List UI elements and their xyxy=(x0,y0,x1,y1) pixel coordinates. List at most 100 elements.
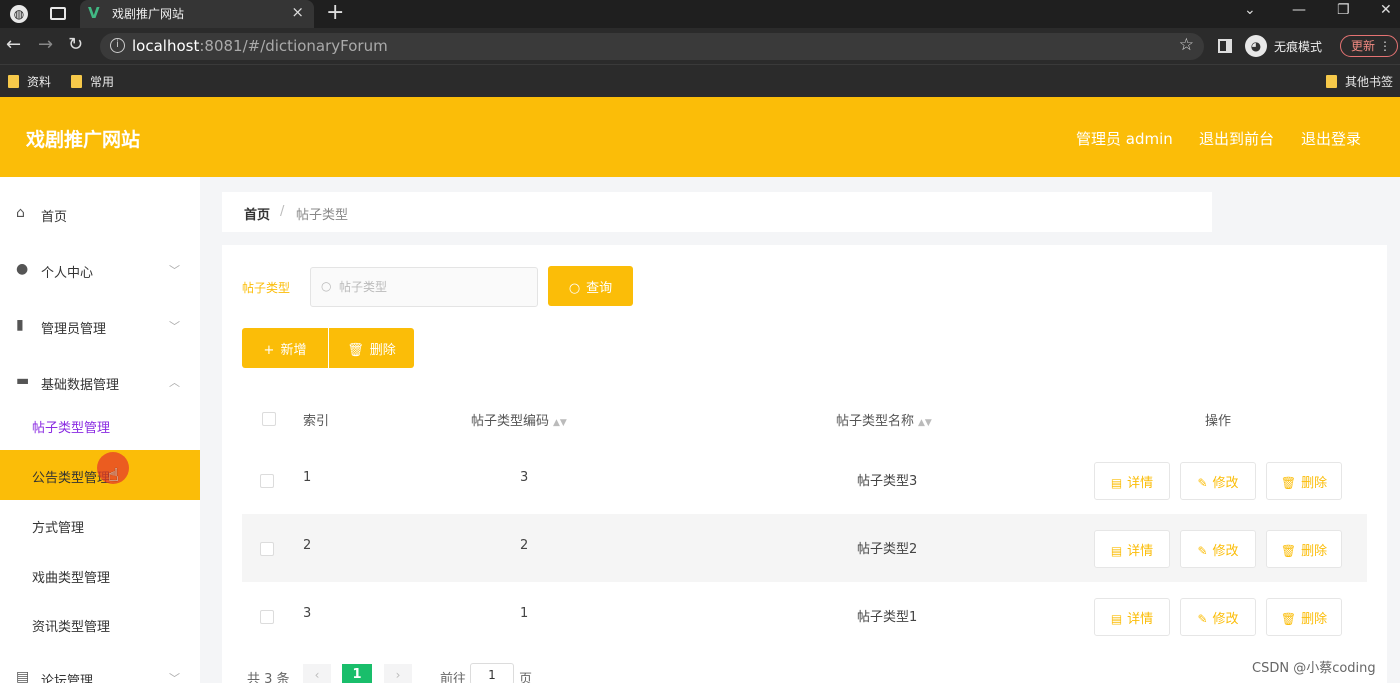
row-checkbox[interactable] xyxy=(260,610,274,624)
delete-button[interactable]: 🗑 删除 xyxy=(1266,598,1342,636)
detail-button[interactable]: ▤ 详情 xyxy=(1094,530,1170,568)
col-header-name[interactable]: 帖子类型名称 ▲▼ xyxy=(836,410,932,429)
sidebar-item-home[interactable]: ⌂ 首页 xyxy=(0,187,200,237)
tab-title: 戏剧推广网站 xyxy=(112,7,185,21)
chevron-down-icon: ﹀ xyxy=(169,264,180,277)
exit-to-front-link[interactable]: 退出到前台 xyxy=(1199,128,1274,149)
chevron-down-icon: ﹀ xyxy=(169,672,180,683)
post-type-search-field[interactable]: ○ xyxy=(310,267,538,307)
search-icon: ○ xyxy=(568,280,581,296)
sidebar-item-admin[interactable]: ▮ 管理员管理 ﹀ xyxy=(0,299,200,349)
bar-chart-icon: ▮ xyxy=(16,317,24,333)
col-header-code[interactable]: 帖子类型编码 ▲▼ xyxy=(471,410,567,429)
sidebar-item-basic-data[interactable]: ▬ 基础数据管理 ︿ xyxy=(0,355,200,405)
trash-icon: 🗑 xyxy=(1280,475,1297,490)
sidebar-item-label: 个人中心 xyxy=(41,266,94,281)
globe-icon[interactable]: ◍ xyxy=(10,5,28,23)
forum-icon: ▤ xyxy=(16,669,30,683)
sidebar-subitem-post-type[interactable]: 帖子类型管理 xyxy=(0,400,200,450)
row-checkbox[interactable] xyxy=(260,542,274,556)
sidebar-subitem-method[interactable]: 方式管理 xyxy=(0,500,200,550)
col-header-index: 索引 xyxy=(303,414,330,429)
next-page-icon[interactable]: › xyxy=(384,664,412,683)
post-type-search-input[interactable] xyxy=(339,277,529,297)
breadcrumb-separator: / xyxy=(280,204,285,219)
logout-link[interactable]: 退出登录 xyxy=(1301,128,1361,149)
cell-name: 帖子类型2 xyxy=(857,542,918,557)
pager-current-page[interactable]: 1 xyxy=(342,664,372,683)
col-header-ops: 操作 xyxy=(1205,414,1232,429)
trash-icon: 🗑 xyxy=(1280,543,1297,558)
close-tab-icon[interactable]: × xyxy=(291,3,304,21)
sort-icon[interactable]: ▲▼ xyxy=(918,418,932,428)
edit-button[interactable]: ✎ 修改 xyxy=(1180,462,1256,500)
sidebar-item-profile[interactable]: ● 个人中心 ﹀ xyxy=(0,243,200,293)
breadcrumb: 首页 / 帖子类型 xyxy=(222,192,1212,232)
user-icon: ● xyxy=(16,261,29,277)
pager-goto-label: 前往 xyxy=(440,672,467,683)
tab-search-icon[interactable]: ⌄ xyxy=(1244,2,1256,18)
breadcrumb-home[interactable]: 首页 xyxy=(244,204,270,223)
sort-icon[interactable]: ▲▼ xyxy=(553,418,567,428)
add-button[interactable]: + 新增 xyxy=(242,328,328,368)
prev-page-icon[interactable]: ‹ xyxy=(303,664,331,683)
sidebar-item-label: 基础数据管理 xyxy=(41,378,120,393)
home-icon: ⌂ xyxy=(16,205,25,221)
row-checkbox[interactable] xyxy=(260,474,274,488)
folder-icon xyxy=(1326,75,1337,88)
more-menu-icon[interactable]: ⋮ xyxy=(1379,36,1391,56)
document-icon: ▤ xyxy=(1110,475,1123,490)
update-button[interactable]: 更新 ⋮ xyxy=(1340,35,1398,57)
cell-name: 帖子类型3 xyxy=(857,474,918,489)
delete-button[interactable]: 🗑 删除 xyxy=(1266,530,1342,568)
search-button[interactable]: ○ 查询 xyxy=(548,266,633,306)
detail-button[interactable]: ▤ 详情 xyxy=(1094,598,1170,636)
sidebar-subitem-opera-type[interactable]: 戏曲类型管理 xyxy=(0,550,200,600)
select-all-checkbox[interactable] xyxy=(262,412,276,426)
site-info-icon[interactable]: i xyxy=(110,38,125,53)
sidebar-subitem-label: 资讯类型管理 xyxy=(32,620,111,635)
new-tab-icon[interactable]: + xyxy=(326,0,344,25)
table-header: 索引 帖子类型编码 ▲▼ 帖子类型名称 ▲▼ 操作 xyxy=(242,392,1367,446)
side-panel-icon[interactable] xyxy=(1218,39,1232,53)
incognito-icon[interactable]: ◕ xyxy=(1245,35,1267,57)
url-text: localhost:8081/#/dictionaryForum xyxy=(132,37,388,55)
cell-code: 1 xyxy=(520,606,529,621)
folder-icon xyxy=(8,75,19,88)
sidebar-subitem-label: 帖子类型管理 xyxy=(32,421,111,436)
sidebar-subitem-news-type[interactable]: 资讯类型管理 xyxy=(0,599,200,649)
restore-icon[interactable]: ❐ xyxy=(1337,2,1350,18)
pager-page-unit: 页 xyxy=(519,672,533,683)
batch-delete-button[interactable]: 🗑 删除 xyxy=(329,328,414,368)
table-row: 2 2 帖子类型2 ▤ 详情 ✎ 修改 🗑 删除 xyxy=(242,514,1367,582)
minimize-icon[interactable]: — xyxy=(1292,2,1306,18)
sidebar: ⌂ 首页 ● 个人中心 ﹀ ▮ 管理员管理 ﹀ ▬ 基础数据管理 ︿ 帖子类型管… xyxy=(0,177,200,683)
edit-button[interactable]: ✎ 修改 xyxy=(1180,598,1256,636)
detail-button[interactable]: ▤ 详情 xyxy=(1094,462,1170,500)
close-window-icon[interactable]: ✕ xyxy=(1380,2,1392,18)
sidebar-item-label: 管理员管理 xyxy=(41,322,107,337)
pager-total: 共 3 条 xyxy=(247,672,290,683)
pager-jump-input[interactable]: 1 xyxy=(470,663,514,683)
cell-code: 2 xyxy=(520,538,529,553)
sidebar-item-forum[interactable]: ▤ 论坛管理 ﹀ xyxy=(0,651,200,683)
bookmark-folder-other[interactable]: 其他书签 xyxy=(1326,73,1393,90)
cell-name: 帖子类型1 xyxy=(857,610,918,625)
bookmark-star-icon[interactable]: ☆ xyxy=(1179,35,1194,55)
url-field[interactable]: i localhost:8081/#/dictionaryForum ☆ xyxy=(100,33,1204,60)
vue-logo-icon: V xyxy=(88,4,100,22)
edit-button[interactable]: ✎ 修改 xyxy=(1180,530,1256,568)
bookmark-folder-changyong[interactable]: 常用 xyxy=(71,73,114,90)
sidebar-item-label: 论坛管理 xyxy=(41,674,94,683)
pagination: 共 3 条 ‹ 1 › 前往 1 页 xyxy=(242,662,842,683)
cell-index: 2 xyxy=(303,538,312,553)
delete-button[interactable]: 🗑 删除 xyxy=(1266,462,1342,500)
tab-overview-icon[interactable] xyxy=(50,7,66,20)
reload-icon[interactable]: ↻ xyxy=(68,34,83,55)
cell-index: 1 xyxy=(303,470,312,485)
bookmark-folder-ziliao[interactable]: 资料 xyxy=(8,73,51,90)
browser-tab[interactable]: V 戏剧推广网站 × xyxy=(80,0,314,28)
forward-icon[interactable]: → xyxy=(38,34,53,55)
back-icon[interactable]: ← xyxy=(6,34,21,55)
cell-code: 3 xyxy=(520,470,529,485)
